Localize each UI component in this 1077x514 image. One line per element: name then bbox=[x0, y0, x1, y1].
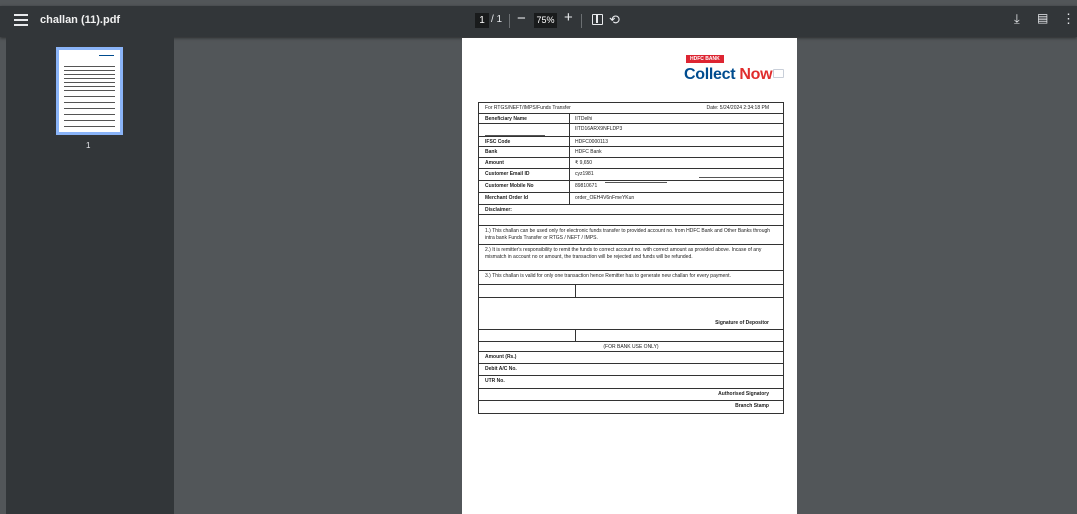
redaction-line bbox=[485, 135, 545, 136]
amount-rs-label: Amount (Rs.) bbox=[485, 354, 517, 360]
bank-use-only-label: (FOR BANK USE ONLY) bbox=[603, 344, 659, 350]
zoom-input[interactable]: 75% bbox=[534, 13, 557, 28]
transfer-type: For RTGS/NEFT/IMPS/Funds Transfer bbox=[485, 105, 571, 111]
disclaimer-text: 3.) This challan is valid for only one t… bbox=[485, 273, 731, 279]
thumbnail-sidebar: 1 bbox=[6, 37, 174, 514]
field-label: Customer Email ID bbox=[485, 171, 530, 177]
signature-of-depositor: Signature of Depositor bbox=[715, 320, 769, 326]
more-vert-icon[interactable]: ⋮ bbox=[1062, 11, 1075, 27]
challan-form: For RTGS/NEFT/IMPS/Funds Transfer Date: … bbox=[478, 102, 784, 414]
bank-field-row: UTR No. bbox=[479, 376, 783, 389]
print-icon[interactable]: ▤ bbox=[1037, 11, 1048, 25]
thumbnail-page-label: 1 bbox=[86, 141, 91, 150]
disclaimer-text: 2.) It is remitter's responsibility to r… bbox=[485, 247, 762, 260]
field-value: order_OEH4V6nFmeYKun bbox=[575, 195, 635, 201]
zoom-in-button[interactable]: + bbox=[564, 9, 573, 26]
empty-row bbox=[479, 215, 783, 226]
empty-split-row bbox=[479, 330, 783, 342]
disclaimer-text: 1.) This challan can be used only for el… bbox=[485, 228, 771, 241]
branch-stamp: Branch Stamp bbox=[735, 403, 769, 409]
field-row: IITD16ARX9NFLDP3 bbox=[479, 124, 783, 137]
field-label: Merchant Order Id bbox=[485, 195, 529, 201]
field-value: HDFC0000113 bbox=[575, 139, 608, 145]
field-row: Bank HDFC Bank bbox=[479, 147, 783, 158]
field-row: Beneficiary Name IITDelhi bbox=[479, 114, 783, 124]
field-label: Bank bbox=[485, 149, 498, 155]
field-label: Amount bbox=[485, 160, 504, 166]
hdfc-bank-badge: HDFC BANK bbox=[686, 55, 724, 63]
field-label: Customer Mobile No bbox=[485, 183, 534, 189]
brand-collect: Collect bbox=[684, 66, 736, 83]
field-value: HDFC Bank bbox=[575, 149, 602, 155]
rotate-icon[interactable]: ⟲ bbox=[609, 12, 620, 28]
menu-icon[interactable] bbox=[14, 14, 28, 28]
form-header-row: For RTGS/NEFT/IMPS/Funds Transfer Date: … bbox=[479, 103, 783, 114]
signature-row: Signature of Depositor bbox=[479, 298, 783, 330]
challan-date: Date: 5/24/2024 2:34:18 PM bbox=[706, 105, 769, 111]
field-value: 89810671 bbox=[575, 183, 598, 189]
disclaimer-item: 3.) This challan is valid for only one t… bbox=[479, 271, 783, 285]
card-icon bbox=[773, 69, 785, 78]
utr-no-label: UTR No. bbox=[485, 378, 505, 384]
bank-field-row: Authorised Signatory bbox=[479, 389, 783, 401]
bank-field-row: Debit A/C No. bbox=[479, 364, 783, 376]
bank-field-row: Amount (Rs.) bbox=[479, 352, 783, 364]
field-value: cyz1981 bbox=[575, 171, 594, 177]
disclaimer-item: 1.) This challan can be used only for el… bbox=[479, 226, 783, 245]
authorised-signatory: Authorised Signatory bbox=[718, 391, 769, 397]
brand-now: Now bbox=[739, 66, 773, 83]
redaction-line bbox=[605, 182, 667, 183]
collect-now-logo: HDFC BANK Collect Now bbox=[684, 55, 789, 90]
debit-ac-label: Debit A/C No. bbox=[485, 366, 517, 372]
field-value: IITD16ARX9NFLDP3 bbox=[575, 126, 623, 132]
download-icon[interactable]: ⤓ bbox=[1014, 11, 1020, 27]
disclaimer-label: Disclaimer: bbox=[485, 207, 512, 213]
brand-wordmark: Collect Now bbox=[684, 66, 785, 84]
toolbar-divider bbox=[509, 14, 510, 28]
field-row: Merchant Order Id order_OEH4V6nFmeYKun bbox=[479, 193, 783, 205]
disclaimer-item: 2.) It is remitter's responsibility to r… bbox=[479, 245, 783, 271]
toolbar-divider bbox=[581, 14, 582, 28]
fit-to-page-icon[interactable] bbox=[592, 14, 603, 25]
page-total: / 1 bbox=[491, 14, 503, 25]
file-name: challan (11).pdf bbox=[40, 14, 121, 26]
pdf-toolbar: challan (11).pdf 1 / 1 − 75% + ⟲ ⤓ ▤ ⋮ bbox=[0, 6, 1077, 37]
empty-split-row bbox=[479, 285, 783, 298]
bank-field-row: Branch Stamp bbox=[479, 401, 783, 413]
field-value: ₹ 9,650 bbox=[575, 160, 593, 166]
disclaimer-row: Disclaimer: bbox=[479, 205, 783, 215]
field-row: Customer Mobile No 89810671 bbox=[479, 181, 783, 193]
field-value: IITDelhi bbox=[575, 116, 593, 122]
field-row: IFSC Code HDFC0000113 bbox=[479, 137, 783, 147]
field-label: IFSC Code bbox=[485, 139, 511, 145]
page-number-input[interactable]: 1 bbox=[475, 13, 489, 28]
redaction-line bbox=[699, 177, 783, 178]
bank-use-row: (FOR BANK USE ONLY) bbox=[479, 342, 783, 352]
zoom-out-button[interactable]: − bbox=[517, 10, 526, 27]
pdf-page: HDFC BANK Collect Now For RTGS/NEFT/IMPS… bbox=[462, 38, 797, 514]
page-thumbnail[interactable] bbox=[56, 47, 123, 135]
field-label: Beneficiary Name bbox=[485, 116, 527, 122]
field-row: Amount ₹ 9,650 bbox=[479, 158, 783, 169]
field-row: Customer Email ID cyz1981 bbox=[479, 169, 783, 181]
